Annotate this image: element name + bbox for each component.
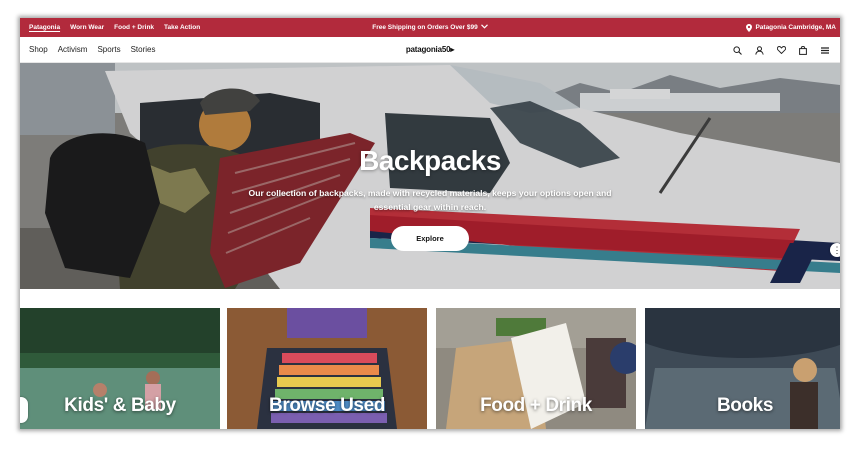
category-carousel: Kids' & Baby Browse Used Food + Drink Bo…	[20, 308, 840, 429]
cart-bag-icon[interactable]	[792, 37, 814, 63]
primary-nav-links: Shop Activism Sports Stories	[20, 45, 161, 54]
promo-banner-link[interactable]: Free Shipping on Orders Over $99	[372, 24, 488, 31]
hero-content: Backpacks Our collection of backpacks, m…	[20, 145, 840, 251]
nav-icons	[726, 37, 836, 63]
category-label: Kids' & Baby	[64, 395, 176, 416]
category-card-books[interactable]: Books	[645, 308, 840, 429]
store-locator[interactable]: Patagonia Cambridge, MA	[746, 18, 836, 37]
location-pin-icon	[746, 23, 753, 32]
explore-button[interactable]: Explore	[391, 226, 469, 251]
carousel-prev-button[interactable]	[20, 397, 28, 423]
brand-tabs: Patagonia Worn Wear Food + Drink Take Ac…	[20, 18, 205, 37]
brand-tab-take-action[interactable]: Take Action	[159, 18, 205, 37]
browser-viewport: Patagonia Worn Wear Food + Drink Take Ac…	[20, 18, 840, 429]
hero-banner: Backpacks Our collection of backpacks, m…	[20, 63, 840, 289]
category-label: Browse Used	[269, 395, 385, 416]
category-card-browse-used[interactable]: Browse Used	[227, 308, 427, 429]
nav-link-activism[interactable]: Activism	[53, 45, 93, 54]
category-card-kids-baby[interactable]: Kids' & Baby	[20, 308, 220, 429]
patagonia-logo[interactable]: patagonia50▸	[406, 45, 454, 54]
category-label: Books	[716, 395, 774, 416]
brand-tab-patagonia[interactable]: Patagonia	[24, 18, 65, 37]
hero-description: Our collection of backpacks, made with r…	[248, 188, 612, 212]
brand-tab-worn-wear[interactable]: Worn Wear	[65, 18, 109, 37]
promo-text: Free Shipping on Orders Over $99	[372, 24, 478, 31]
menu-icon[interactable]	[814, 37, 836, 63]
store-label: Patagonia Cambridge, MA	[755, 24, 836, 31]
brand-tab-food-drink[interactable]: Food + Drink	[109, 18, 159, 37]
hero-title: Backpacks	[359, 145, 501, 176]
category-label: Food + Drink	[480, 395, 592, 416]
promo-bar: Patagonia Worn Wear Food + Drink Take Ac…	[20, 18, 840, 37]
wishlist-heart-icon[interactable]	[770, 37, 792, 63]
main-nav: Shop Activism Sports Stories patagonia50…	[20, 37, 840, 63]
chevron-down-icon	[480, 24, 488, 31]
nav-link-shop[interactable]: Shop	[24, 45, 53, 54]
category-card-food-drink[interactable]: Food + Drink	[436, 308, 636, 429]
nav-link-stories[interactable]: Stories	[126, 45, 161, 54]
account-icon[interactable]	[748, 37, 770, 63]
search-icon[interactable]	[726, 37, 748, 63]
nav-link-sports[interactable]: Sports	[92, 45, 125, 54]
more-options-icon[interactable]: ⋮	[830, 243, 840, 257]
